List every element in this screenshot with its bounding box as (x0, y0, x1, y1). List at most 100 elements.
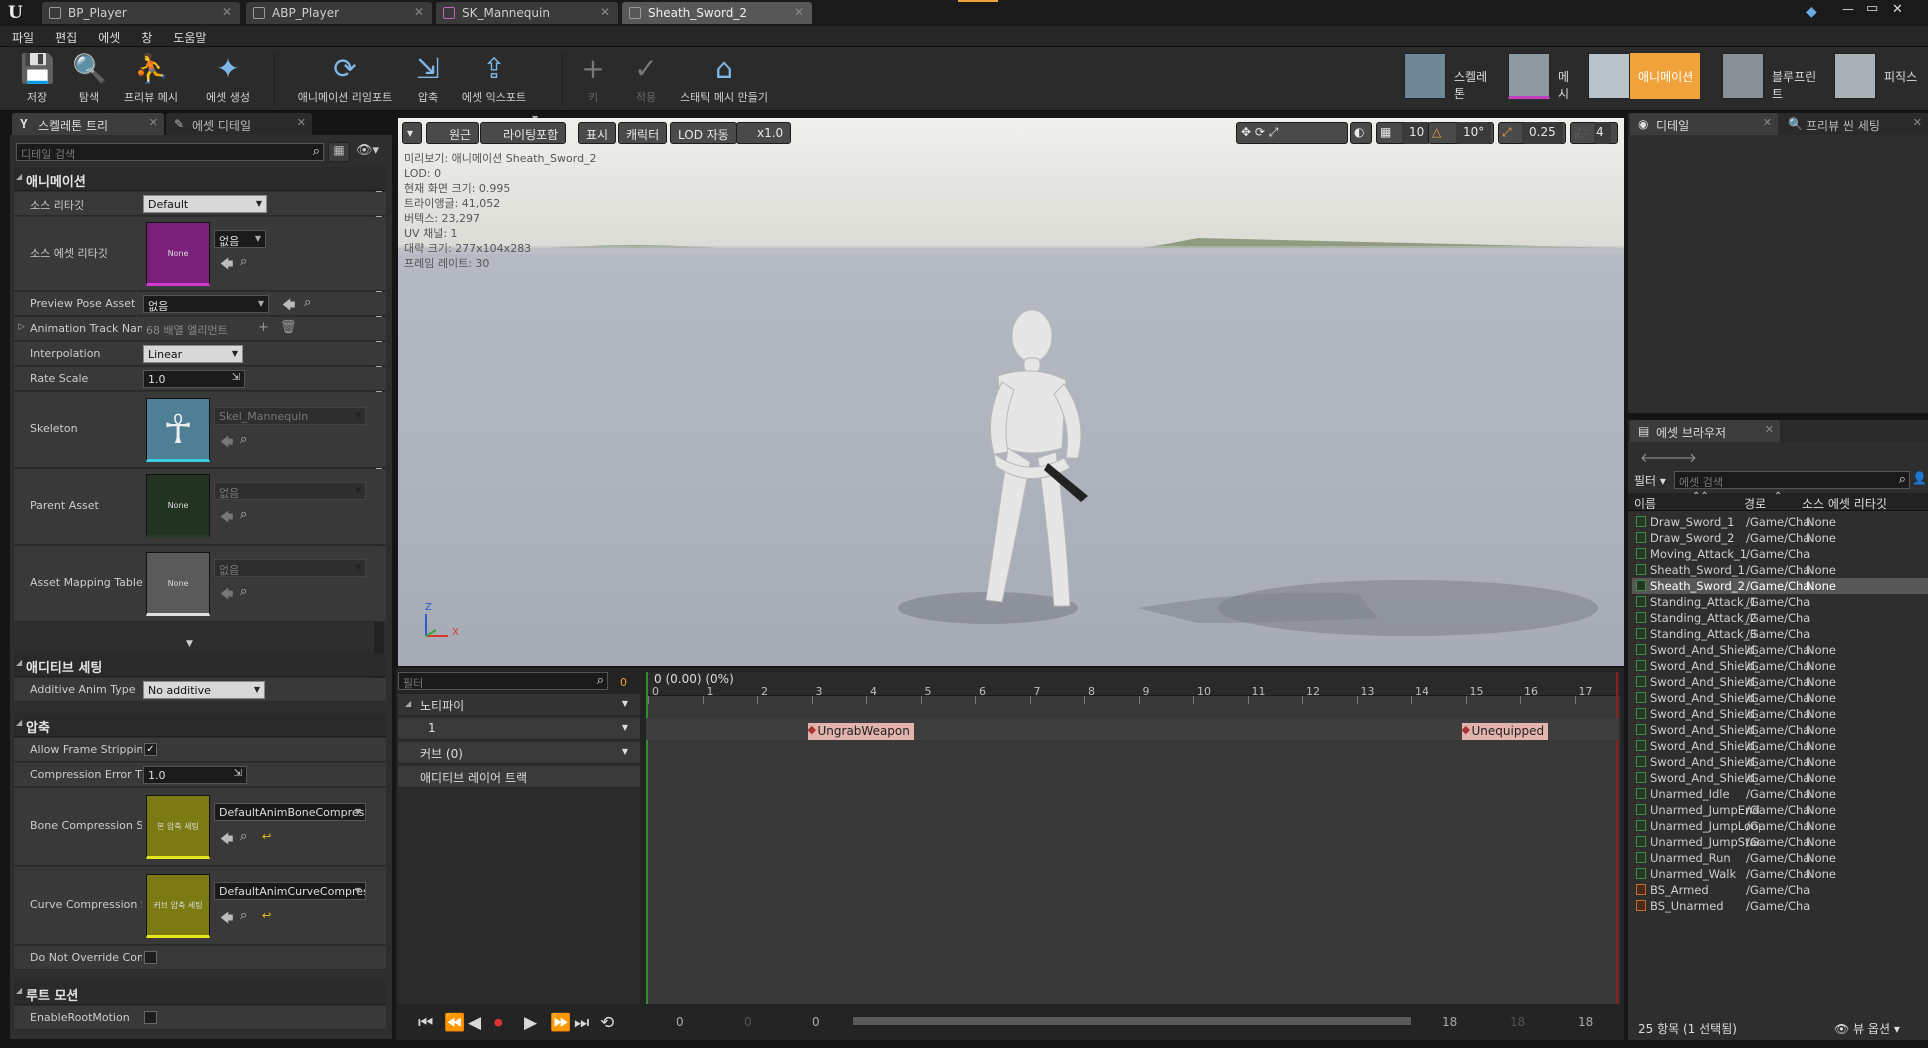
mode-physics[interactable]: 피직스 (1834, 53, 1924, 99)
use-selected-icon[interactable]: 🡄 (220, 255, 233, 277)
grid-view-icon[interactable]: ▦ (328, 142, 350, 162)
make-static-mesh-button[interactable]: ⌂ 스태틱 메시 만들기 (674, 49, 774, 109)
details-search-field[interactable]: 디테일 검색 ⌕ (16, 143, 324, 161)
use-selected-icon[interactable]: 🡄 (220, 585, 233, 607)
menu-file[interactable]: 파일 (0, 26, 43, 46)
tab-abp-player[interactable]: ABP_Player ✕ (246, 2, 432, 24)
asset-search-field[interactable]: 에셋 검색 ⌕ (1674, 471, 1910, 489)
skeleton-thumbnail[interactable]: ☥ (146, 398, 210, 462)
mode-blueprint[interactable]: 블루프린트 (1722, 53, 1818, 101)
asset-row[interactable]: Sword_And_Shield_Idle/Game/ChaNone (1632, 642, 1928, 658)
range-end-value[interactable]: 18 (1510, 1015, 1525, 1029)
browse-icon[interactable]: ⌕ (240, 908, 247, 923)
mode-animation[interactable]: 애니메이션 (1588, 53, 1700, 99)
view-options-button[interactable]: 👁 뷰 옵션 ▾ (1834, 1020, 1900, 1037)
interpolation-combo[interactable]: Linear (143, 345, 243, 363)
enable-root-motion-checkbox[interactable] (144, 1011, 157, 1024)
unreal-logo-icon[interactable]: U (8, 3, 28, 23)
asset-row[interactable]: Unarmed_Idle/Game/Cha None (1632, 786, 1928, 802)
browse-icon[interactable]: ⌕ (240, 507, 247, 522)
notify-marker[interactable]: Unequipped (1461, 723, 1549, 740)
menu-window[interactable]: 창 (129, 26, 161, 46)
track-notify-1[interactable]: 1 ▼ (398, 718, 640, 740)
close-icon[interactable]: ✕ (600, 5, 610, 19)
bone-compression-thumbnail[interactable]: 본 압축 세팅 (146, 795, 210, 859)
maximize-button[interactable]: ▭ (1866, 1, 1878, 16)
section-root-motion[interactable]: 루트 모션 (14, 981, 386, 1005)
mode-mesh[interactable]: 메시 (1508, 53, 1578, 101)
export-asset-button[interactable]: ⇪ 에셋 익스포트 (456, 49, 532, 109)
browse-icon[interactable]: ⌕ (304, 295, 311, 310)
go-to-end-icon[interactable]: ⏭ (574, 1013, 589, 1033)
asset-mapping-thumbnail[interactable]: None (146, 552, 210, 616)
view-current-value[interactable]: 0 (812, 1015, 820, 1029)
chevron-down-icon[interactable]: ▼ (622, 699, 628, 708)
add-element-icon[interactable]: + (258, 320, 269, 335)
asset-row[interactable]: Standing_Attack_1/Game/Cha (1632, 594, 1928, 610)
browse-button[interactable]: 🔍 탐색 (66, 49, 112, 109)
track-additive-layer[interactable]: 애디티브 레이어 트랙 (398, 766, 640, 788)
reimport-animation-button[interactable]: ⟳ 애니메이션 리임포트 (290, 49, 400, 109)
asset-row[interactable]: Sword_And_Shield_Walk/Game/ChaNone (1632, 754, 1928, 770)
minimize-button[interactable]: — (1842, 2, 1854, 16)
step-back-icon[interactable]: ⏪ (444, 1013, 465, 1033)
asset-row[interactable]: Unarmed_JumpStart/Game/Cha None (1632, 834, 1928, 850)
notify-marker[interactable]: UngrabWeapon (807, 723, 914, 740)
use-selected-icon[interactable]: 🡄 (220, 508, 233, 530)
create-asset-button[interactable]: ✦ 에셋 생성 (198, 49, 258, 109)
reset-icon[interactable]: ↩ (262, 909, 271, 922)
viewport-options-button[interactable]: ▾ (402, 122, 422, 144)
perspective-button[interactable]: 원근 (426, 122, 480, 144)
close-icon[interactable]: ✕ (222, 5, 232, 19)
column-source-retarget[interactable]: 소스 에셋 리타깃 (1802, 495, 1924, 512)
use-selected-icon[interactable]: 🡄 (282, 296, 295, 318)
asset-row[interactable]: Moving_Attack_1/Game/Cha (1632, 546, 1928, 562)
world-local-toggle[interactable]: ◐ (1350, 122, 1372, 144)
asset-row[interactable]: Sheath_Sword_1/Game/Cha None (1632, 562, 1928, 578)
asset-row[interactable]: Unarmed_Run/Game/Cha None (1632, 850, 1928, 866)
playback-speed-button[interactable]: x1.0 (736, 122, 792, 144)
section-animation[interactable]: 애니메이션 (14, 167, 386, 191)
rotate-icon[interactable]: ⟳ (1255, 125, 1265, 139)
expand-more-icon[interactable]: ▼ (186, 639, 193, 649)
column-name[interactable]: 이름 (1634, 495, 1656, 512)
compression-error-input[interactable]: 1.0 (143, 766, 247, 784)
tab-asset-details[interactable]: ✎ 에셋 디테일 ✕ (166, 113, 312, 135)
asset-row[interactable]: Standing_Attack_2/Game/Cha (1632, 610, 1928, 626)
section-additive[interactable]: 애디티브 세팅 (14, 653, 386, 677)
tab-details[interactable]: ◉ 디테일 ✕ (1630, 113, 1778, 135)
use-selected-icon[interactable]: 🡄 (220, 433, 233, 455)
step-forward-icon[interactable]: ⏩ (550, 1013, 571, 1033)
asset-row[interactable]: Draw_Sword_1/Game/Cha None (1632, 514, 1928, 530)
apply-button[interactable]: ✓ 적용 (626, 49, 666, 109)
camera-speed-value[interactable]: 4 (1594, 122, 1611, 144)
section-compression[interactable]: 압축 (14, 713, 386, 737)
key-button[interactable]: + 키 (574, 49, 612, 109)
translate-icon[interactable]: ✥ (1241, 125, 1251, 139)
close-icon[interactable]: ✕ (794, 5, 804, 19)
compress-button[interactable]: ⇲ 압축 (408, 49, 448, 109)
column-path[interactable]: 경로 (1744, 495, 1766, 512)
scale-snap-value[interactable]: 0.25 (1522, 122, 1563, 144)
track-notifies[interactable]: ◢ 노티파이 ▼ (398, 694, 640, 716)
play-icon[interactable]: ▶ (524, 1013, 537, 1033)
source-asset-thumbnail[interactable]: None (146, 222, 210, 286)
notification-icon[interactable]: ◆ (1806, 4, 1817, 20)
close-icon[interactable]: ✕ (149, 116, 158, 129)
save-button[interactable]: 💾 저장 (16, 49, 58, 109)
asset-row[interactable]: Sword_And_Shield_Run/Game/ChaNone (1632, 658, 1928, 674)
asset-row[interactable]: Sword_And_Shield_Walk/Game/ChaNone (1632, 738, 1928, 754)
grid-snap-value[interactable]: 10 (1402, 122, 1432, 144)
asset-row[interactable]: Sword_And_Shield_Run/Game/ChaNone (1632, 706, 1928, 722)
asset-row[interactable]: Unarmed_Walk/Game/Cha None (1632, 866, 1928, 882)
skeleton-combo[interactable]: Skel_Mannequin (214, 407, 366, 425)
curve-compression-combo[interactable]: DefaultAnimCurveCompressionSettings (214, 882, 366, 900)
tab-sk-mannequin[interactable]: SK_Mannequin ✕ (436, 2, 618, 24)
browse-icon[interactable]: ⌕ (240, 254, 247, 269)
tab-skeleton-tree[interactable]: 𝐘 스켈레톤 트리 ✕ (12, 113, 164, 135)
view-start-value[interactable]: 0 (744, 1015, 752, 1029)
close-icon[interactable]: ✕ (1765, 423, 1774, 436)
go-to-start-icon[interactable]: ⏮ (418, 1013, 433, 1033)
tab-bp-player[interactable]: BP_Player ✕ (42, 2, 240, 24)
close-icon[interactable]: ✕ (414, 5, 424, 19)
